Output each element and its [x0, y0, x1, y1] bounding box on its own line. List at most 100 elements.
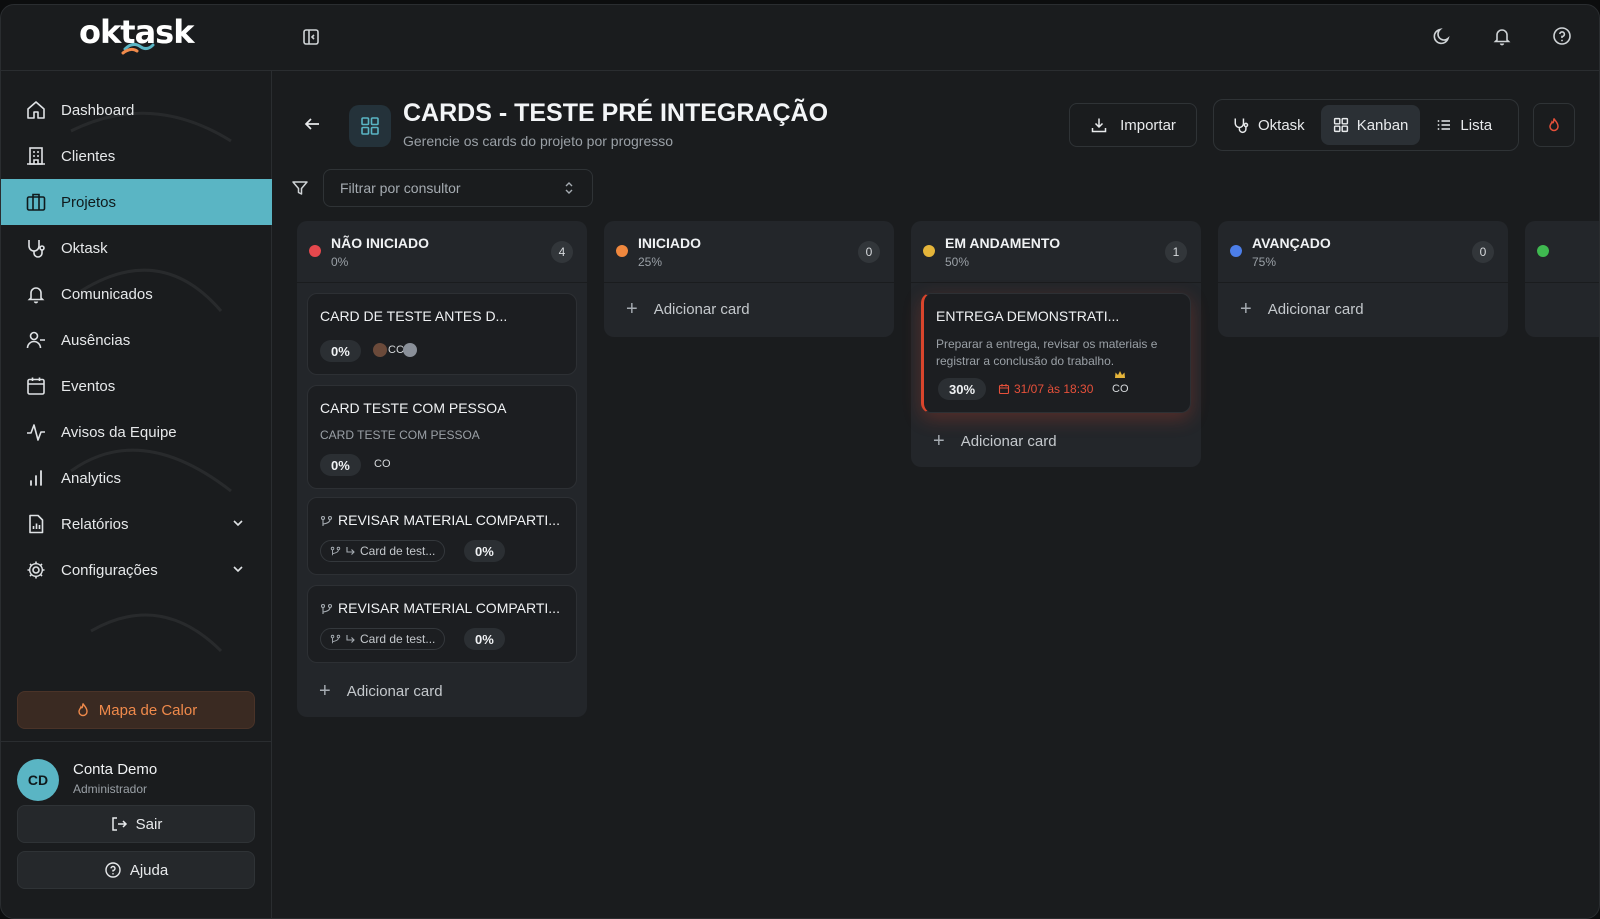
grid-icon	[361, 117, 379, 135]
kanban-card[interactable]: ENTREGA DEMONSTRATI... Preparar a entreg…	[921, 293, 1191, 413]
plus-icon: +	[626, 297, 638, 320]
main-content: CARDS - TESTE PRÉ INTEGRAÇÃO Gerencie os…	[273, 71, 1599, 918]
column-percent: 50%	[945, 255, 970, 269]
import-label: Importar	[1120, 116, 1176, 134]
corner-down-right-icon	[346, 634, 355, 643]
divider	[1, 741, 272, 742]
consultant-filter-select[interactable]: Filtrar por consultor	[323, 169, 593, 207]
status-dot	[616, 245, 628, 257]
plus-icon: +	[319, 679, 331, 702]
logout-button[interactable]: Sair	[17, 805, 255, 843]
tab-lista[interactable]: Lista	[1424, 105, 1504, 145]
crown-icon	[1115, 371, 1125, 378]
card-description: CARD TESTE COM PESSOA	[320, 428, 480, 442]
sidebar-item-clientes[interactable]: Clientes	[1, 133, 272, 179]
progress-pill: 30%	[938, 378, 987, 400]
sidebar: Dashboard Clientes Projetos Oktask Comun…	[1, 71, 272, 918]
git-branch-icon	[320, 603, 333, 614]
import-button[interactable]: Importar	[1069, 103, 1197, 147]
kanban-column-iniciado: INICIADO 25% 0 + Adicionar card	[604, 221, 894, 337]
add-card-button[interactable]: + Adicionar card	[604, 283, 894, 335]
avatar-initials: CO	[1112, 383, 1129, 395]
sidebar-item-dashboard[interactable]: Dashboard	[1, 87, 272, 133]
bar-chart-icon	[30, 470, 42, 486]
add-card-button[interactable]: + Adicionar card	[297, 665, 587, 717]
sidebar-item-relatorios[interactable]: Relatórios	[1, 501, 272, 547]
tab-label: Lista	[1460, 116, 1493, 134]
sidebar-item-comunicados[interactable]: Comunicados	[1, 271, 272, 317]
logout-icon	[111, 817, 127, 831]
grid-icon	[1333, 117, 1348, 133]
sidebar-item-label: Configurações	[61, 561, 158, 579]
briefcase-icon	[26, 193, 46, 211]
sidebar-item-oktask[interactable]: Oktask	[1, 225, 272, 271]
help-button[interactable]: Ajuda	[17, 851, 255, 889]
add-card-button[interactable]: + Adicionar card	[911, 415, 1201, 467]
app-window: oktask Dashboard Clientes Projetos Oktas…	[0, 4, 1600, 919]
parent-card-pill[interactable]: Card de test...	[320, 540, 446, 562]
column-count-badge: 4	[551, 241, 573, 263]
avatar[interactable]: CD	[17, 759, 59, 801]
calendar-icon	[998, 384, 1010, 395]
parent-card-label: Card de test...	[360, 544, 436, 558]
card-description: Preparar a entrega, revisar os materiais…	[936, 337, 1158, 368]
tab-label: Oktask	[1258, 116, 1305, 134]
flame-icon	[1549, 118, 1559, 132]
kanban-card[interactable]: CARD TESTE COM PESSOA CARD TESTE COM PES…	[307, 385, 577, 489]
help-circle-icon	[105, 862, 121, 878]
help-circle-icon[interactable]	[1551, 25, 1573, 47]
sidebar-item-label: Projetos	[61, 193, 117, 211]
moon-icon[interactable]	[1431, 25, 1453, 47]
card-title: REVISAR MATERIAL COMPARTI...	[338, 600, 560, 616]
status-dot	[309, 245, 321, 257]
heatmap-button[interactable]: Mapa de Calor	[17, 691, 255, 729]
progress-pill: 0%	[464, 628, 505, 650]
kanban-card[interactable]: REVISAR MATERIAL COMPARTI... Card de tes…	[307, 497, 577, 575]
chevron-up-down-icon	[565, 182, 573, 194]
tab-label: Kanban	[1356, 116, 1409, 134]
sidebar-item-label: Dashboard	[61, 101, 135, 119]
progress-pill: 0%	[320, 454, 361, 476]
card-title: CARD TESTE COM PESSOA	[320, 400, 507, 416]
user-name: Conta Demo	[73, 761, 158, 778]
git-branch-icon	[320, 515, 333, 526]
sidebar-item-analytics[interactable]: Analytics	[1, 455, 272, 501]
add-card-button[interactable]: + Adicionar card	[1218, 283, 1508, 335]
sidebar-nav: Dashboard Clientes Projetos Oktask Comun…	[1, 87, 272, 593]
heatmap-toggle-button[interactable]	[1533, 103, 1575, 147]
column-header: INICIADO 25% 0	[604, 221, 894, 283]
avatar-initials: CC	[388, 344, 404, 356]
add-card-label: Adicionar card	[1267, 300, 1364, 318]
chevron-down-icon[interactable]	[230, 561, 246, 577]
kanban-column-em-andamento: EM ANDAMENTO 50% 1 ENTREGA DEMONSTRATI..…	[911, 221, 1201, 467]
heatmap-label: Mapa de Calor	[98, 701, 198, 719]
building-icon	[27, 147, 45, 165]
kanban-card[interactable]: CARD DE TESTE ANTES D... 0% CC	[307, 293, 577, 375]
gear-icon	[27, 561, 45, 579]
column-percent: 25%	[638, 255, 663, 269]
sidebar-item-ausencias[interactable]: Ausências	[1, 317, 272, 363]
avatar-group: CC	[372, 341, 418, 359]
kanban-card[interactable]: REVISAR MATERIAL COMPARTI... Card de tes…	[307, 585, 577, 663]
sidebar-toggle-icon[interactable]	[301, 27, 321, 47]
column-header: NÃO INICIADO 0% 4	[297, 221, 587, 283]
chevron-down-icon[interactable]	[230, 515, 246, 531]
status-dot	[923, 245, 935, 257]
arrow-left-icon[interactable]	[301, 113, 323, 135]
project-icon	[349, 105, 391, 147]
sidebar-item-configuracoes[interactable]: Configurações	[1, 547, 272, 593]
tab-oktask[interactable]: Oktask	[1220, 105, 1317, 145]
parent-card-pill[interactable]: Card de test...	[320, 628, 446, 650]
notification-bell-icon[interactable]	[1491, 25, 1513, 47]
tab-kanban[interactable]: Kanban	[1320, 105, 1421, 145]
sidebar-item-eventos[interactable]: Eventos	[1, 363, 272, 409]
column-title: AVANÇADO	[1252, 235, 1331, 251]
avatar-initials: CO	[374, 458, 391, 470]
download-icon	[1091, 118, 1107, 133]
sidebar-item-avisos-da-equipe[interactable]: Avisos da Equipe	[1, 409, 272, 455]
card-title: ENTREGA DEMONSTRATI...	[936, 308, 1120, 324]
progress-pill: 0%	[320, 340, 361, 362]
plus-icon: +	[933, 429, 945, 452]
sidebar-item-projetos[interactable]: Projetos	[1, 179, 272, 225]
user-minus-icon	[26, 331, 45, 349]
